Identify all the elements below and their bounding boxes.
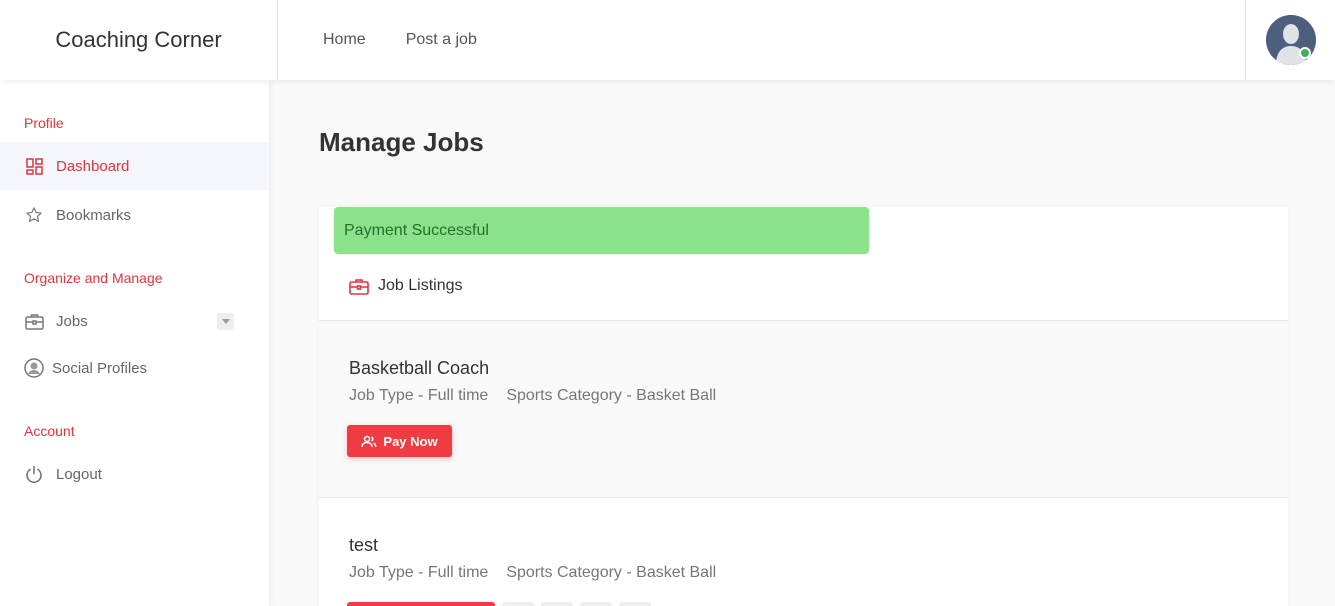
- pay-now-button[interactable]: Pay Now: [347, 425, 452, 457]
- sidebar-item-bookmarks[interactable]: Bookmarks: [0, 191, 269, 239]
- main-nav: Home Post a job: [323, 0, 517, 80]
- job-title: Basketball Coach: [349, 358, 490, 378]
- page-title: Manage Jobs: [319, 127, 484, 157]
- brand-name[interactable]: Coaching Corner: [55, 27, 221, 53]
- job-type: Job Type - Full time: [349, 387, 489, 404]
- sidebar-item-logout[interactable]: Logout: [0, 450, 269, 498]
- chevron-down-icon[interactable]: [217, 312, 234, 330]
- sidebar-item-social-profiles[interactable]: Social Profiles: [0, 344, 269, 392]
- sidebar-heading-account: Account: [24, 423, 75, 439]
- job-listings-title: Job Listings: [378, 277, 463, 294]
- nav-post-job-link[interactable]: Post a job: [406, 31, 477, 49]
- job-meta: Job Type - Full time Sports Category - B…: [349, 387, 734, 405]
- job-icon-button[interactable]: [619, 602, 651, 606]
- user-menu[interactable]: [1245, 0, 1335, 80]
- job-icon-button[interactable]: [541, 602, 573, 606]
- payment-success-alert: Payment Successful: [334, 207, 869, 254]
- sidebar-item-label: Jobs: [56, 312, 88, 330]
- sidebar-item-label: Dashboard: [56, 157, 130, 175]
- job-icon-button[interactable]: [502, 602, 534, 606]
- online-status-dot: [1299, 47, 1311, 59]
- divider: [319, 497, 1288, 498]
- job-title: test: [349, 535, 379, 555]
- sidebar-item-label: Bookmarks: [56, 206, 132, 224]
- job-action-button[interactable]: [347, 602, 495, 606]
- user-circle-icon: [24, 358, 44, 378]
- job-category: Sports Category - Basket Ball: [506, 564, 717, 581]
- sidebar-heading-profile: Profile: [24, 115, 64, 131]
- pay-now-label: Pay Now: [383, 433, 438, 449]
- sidebar-heading-organize: Organize and Manage: [24, 270, 163, 286]
- nav-home-link[interactable]: Home: [323, 31, 366, 49]
- users-icon: [361, 435, 377, 448]
- job-icon-button[interactable]: [580, 602, 612, 606]
- briefcase-icon: [24, 311, 44, 331]
- job-meta: Job Type - Full time Sports Category - B…: [349, 564, 734, 582]
- briefcase-icon: [349, 278, 369, 295]
- power-icon: [24, 464, 44, 484]
- dashboard-icon: [24, 156, 44, 176]
- star-icon: [24, 205, 44, 225]
- job-category: Sports Category - Basket Ball: [506, 387, 717, 404]
- sidebar-item-dashboard[interactable]: Dashboard: [0, 142, 269, 190]
- list-item: [319, 321, 1288, 497]
- sidebar-item-jobs[interactable]: Jobs: [0, 297, 269, 345]
- top-header: Coaching Corner Home Post a job: [0, 0, 1335, 80]
- sidebar-item-label: Social Profiles: [52, 359, 148, 377]
- job-listings-header: Job Listings: [349, 275, 463, 297]
- job-type: Job Type - Full time: [349, 564, 489, 581]
- sidebar-item-label: Logout: [56, 465, 102, 483]
- brand-logo[interactable]: Coaching Corner: [0, 0, 278, 80]
